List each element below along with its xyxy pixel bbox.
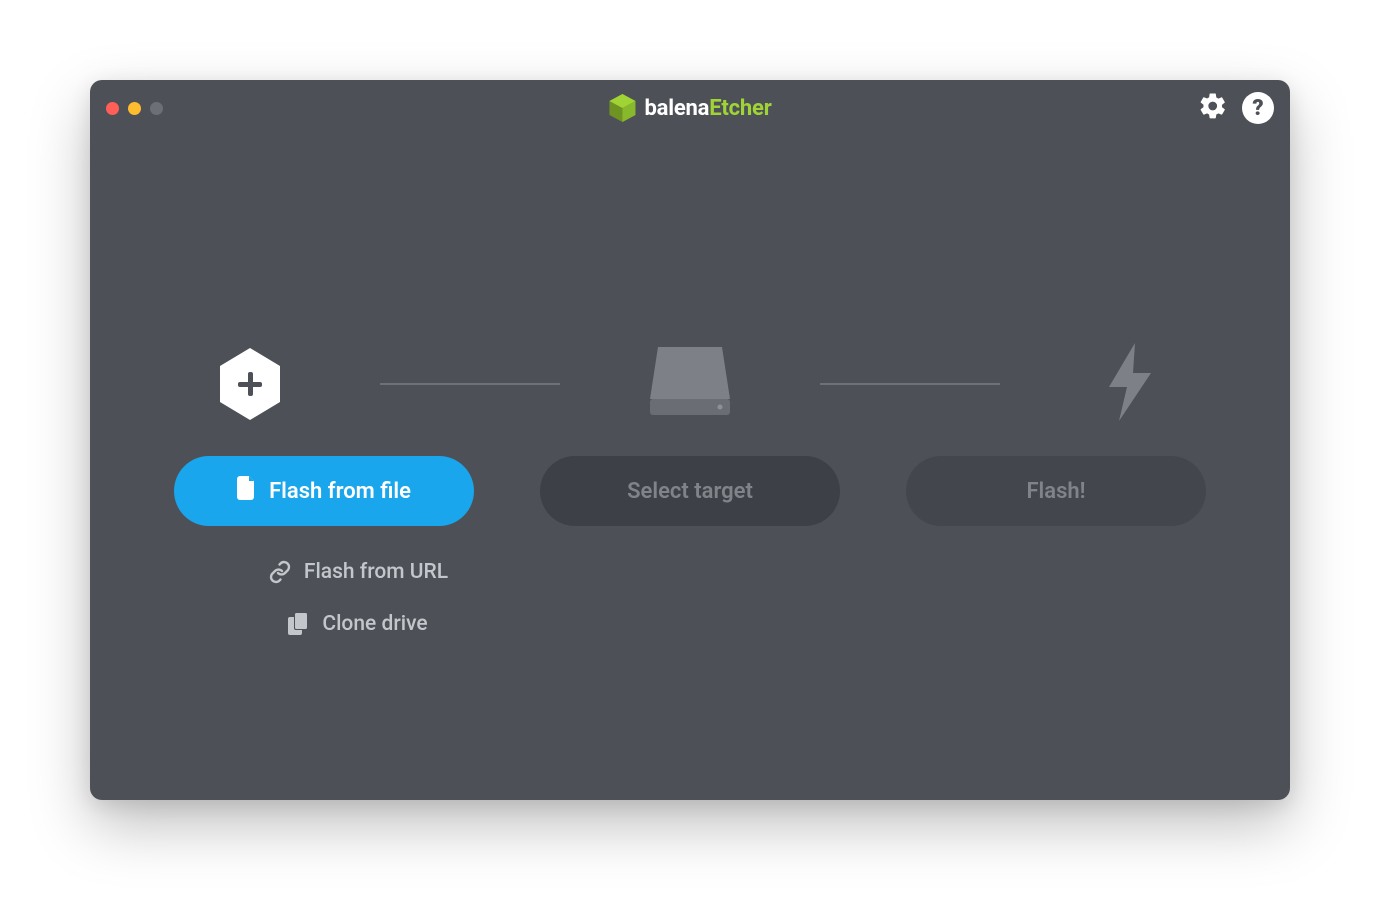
- step-connector: [380, 383, 560, 385]
- steps-row: [90, 336, 1290, 432]
- step-target-icon-slot: [540, 345, 840, 423]
- maximize-window-button[interactable]: [150, 102, 163, 115]
- clone-icon: [288, 612, 310, 636]
- plus-hexagon-icon: [216, 346, 284, 422]
- gear-icon: [1198, 91, 1228, 125]
- lightning-icon: [1105, 343, 1155, 425]
- select-target-button[interactable]: Select target: [540, 456, 840, 526]
- flash-from-file-button[interactable]: Flash from file: [174, 456, 474, 526]
- app-title-suffix: Etcher: [709, 96, 771, 121]
- drive-icon: [648, 345, 732, 423]
- app-window: balenaEtcher ?: [90, 80, 1290, 800]
- titlebar-actions: ?: [1198, 91, 1274, 125]
- flash-from-url-button[interactable]: Flash from URL: [248, 546, 468, 598]
- minimize-window-button[interactable]: [128, 102, 141, 115]
- question-mark-icon: ?: [1252, 96, 1263, 121]
- step-buttons-row: Flash from file Select target Flash!: [90, 456, 1290, 526]
- app-title: balenaEtcher: [644, 96, 771, 121]
- plus-icon: [236, 370, 264, 398]
- help-button[interactable]: ?: [1242, 92, 1274, 124]
- step-source-icon-slot: [100, 346, 400, 422]
- settings-button[interactable]: [1198, 91, 1228, 125]
- clone-drive-button[interactable]: Clone drive: [268, 598, 447, 650]
- file-icon: [237, 476, 257, 506]
- flash-button[interactable]: Flash!: [906, 456, 1206, 526]
- window-controls: [106, 102, 163, 115]
- link-icon: [268, 560, 292, 584]
- select-target-label: Select target: [627, 479, 753, 504]
- app-brand: balenaEtcher: [608, 93, 771, 123]
- app-title-prefix: balena: [644, 96, 709, 121]
- flash-label: Flash!: [1026, 479, 1085, 504]
- step-connector: [820, 383, 1000, 385]
- titlebar: balenaEtcher ?: [90, 80, 1290, 136]
- clone-drive-label: Clone drive: [322, 612, 427, 636]
- flash-from-file-label: Flash from file: [269, 479, 411, 504]
- balena-cube-icon: [608, 93, 636, 123]
- source-secondary-options: Flash from URL Clone drive: [158, 546, 558, 650]
- step-flash-icon-slot: [980, 343, 1280, 425]
- close-window-button[interactable]: [106, 102, 119, 115]
- flash-from-url-label: Flash from URL: [304, 560, 448, 584]
- main-content: Flash from file Select target Flash! Fla…: [90, 136, 1290, 800]
